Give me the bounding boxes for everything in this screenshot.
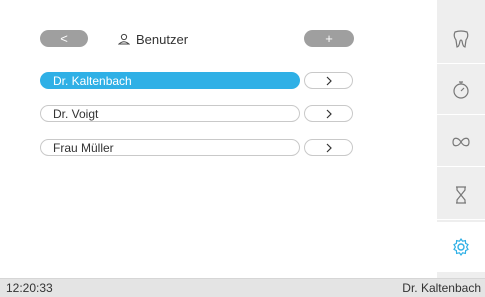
gear-icon xyxy=(453,237,469,257)
status-time: 12:20:33 xyxy=(6,281,53,295)
user-name: Dr. Kaltenbach xyxy=(53,73,132,88)
user-open-button[interactable] xyxy=(304,105,353,122)
sidebar-item-hourglass[interactable] xyxy=(437,170,485,220)
page-title: Benutzer xyxy=(118,30,188,48)
sidebar-item-tooth[interactable] xyxy=(437,14,485,64)
infinity-icon xyxy=(452,137,470,146)
add-user-button[interactable]: + xyxy=(304,30,354,47)
tooth-icon xyxy=(453,29,469,48)
user-name: Dr. Voigt xyxy=(53,106,99,121)
sidebar-item-stopwatch[interactable] xyxy=(437,65,485,115)
sidebar xyxy=(437,0,485,278)
chevron-right-icon xyxy=(326,143,332,152)
back-button-label: < xyxy=(60,31,68,46)
add-user-button-label: + xyxy=(325,31,333,46)
chevron-right-icon xyxy=(326,109,332,118)
chevron-right-icon xyxy=(326,76,332,85)
stopwatch-icon xyxy=(453,80,469,99)
back-button[interactable]: < xyxy=(40,30,88,47)
page-title-text: Benutzer xyxy=(136,31,189,47)
user-name: Frau Müller xyxy=(53,140,114,155)
user-row-mueller[interactable]: Frau Müller xyxy=(40,139,300,156)
user-icon xyxy=(118,33,130,45)
user-row-kaltenbach[interactable]: Dr. Kaltenbach xyxy=(40,72,300,89)
sidebar-item-infinity[interactable] xyxy=(437,117,485,167)
hourglass-icon xyxy=(456,185,466,204)
sidebar-item-settings[interactable] xyxy=(437,222,485,272)
status-user: Dr. Kaltenbach xyxy=(402,281,481,295)
user-open-button[interactable] xyxy=(304,139,353,156)
user-open-button[interactable] xyxy=(304,72,353,89)
main-panel: < Benutzer + Dr. Kaltenbach Dr. Voigt Fr… xyxy=(0,0,437,278)
user-row-voigt[interactable]: Dr. Voigt xyxy=(40,105,300,122)
status-bar: 12:20:33 Dr. Kaltenbach xyxy=(0,278,485,297)
